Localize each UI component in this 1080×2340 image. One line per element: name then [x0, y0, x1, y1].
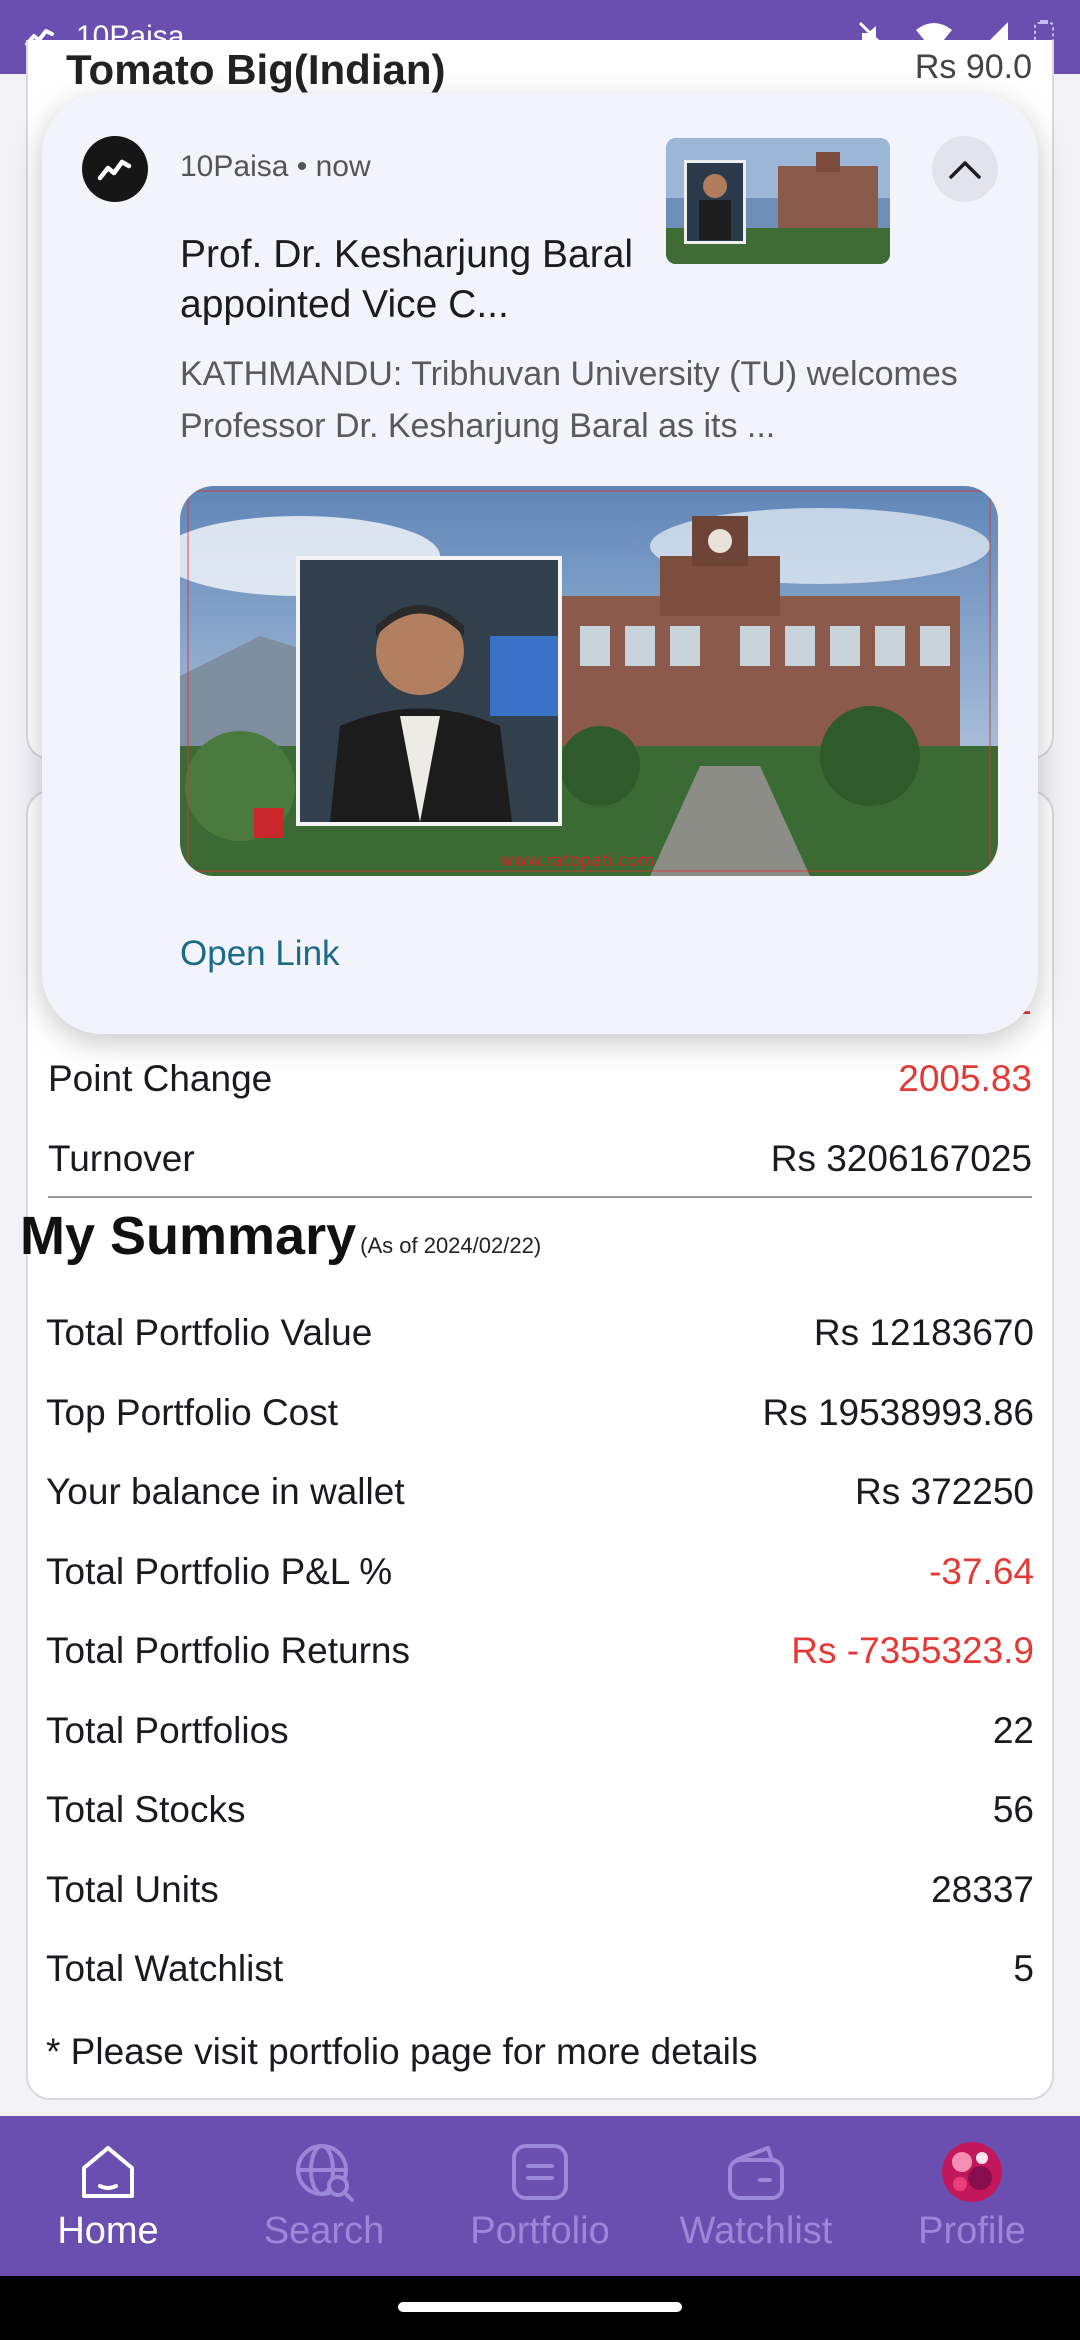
summary-row: Total Watchlist 5 [46, 1939, 1034, 1999]
turnover-row: Turnover Rs 3206167025 [48, 1129, 1032, 1189]
summary-row-label: Total Portfolio P&L % [46, 1551, 393, 1592]
nav-portfolio-label: Portfolio [470, 2209, 610, 2252]
app-screen: 10Paisa Tomato Big(Indian) Rs 90.0 Point… [0, 0, 1080, 2340]
portfolio-icon [512, 2143, 568, 2200]
notification-title: Prof. Dr. Kesharjung Baral appointed Vic… [180, 233, 634, 326]
summary-header: My Summary (As of 2024/02/22) [20, 1205, 541, 1267]
summary-row: Total Portfolios 22 [46, 1701, 1034, 1761]
summary-footnote: * Please visit portfolio page for more d… [46, 2031, 758, 2072]
home-gesture-handle[interactable] [398, 2302, 682, 2312]
summary-as-of: (As of 2024/02/22) [360, 1233, 542, 1258]
summary-row-value: Rs 372250 [855, 1471, 1034, 1512]
summary-row: Total Portfolio P&L % -37.64 [46, 1542, 1034, 1602]
summary-row-value: -37.64 [929, 1551, 1034, 1592]
nav-watchlist-label: Watchlist [679, 2209, 833, 2252]
home-icon [82, 2145, 134, 2198]
summary-row-label: Top Portfolio Cost [46, 1392, 339, 1433]
summary-row-value: 5 [1013, 1948, 1034, 1989]
notification-card[interactable]: 10Paisa • now Prof. Dr. Kesharjung Baral… [42, 94, 1038, 1034]
summary-row-label: Your balance in wallet [46, 1471, 405, 1512]
summary-title: My Summary [20, 1206, 357, 1266]
summary-row-label: Total Units [46, 1869, 219, 1910]
point-change-row: Point Change 2005.83 [48, 1049, 1032, 1109]
avatar-icon [942, 2141, 1002, 2202]
summary-row-label: Total Portfolios [46, 1710, 289, 1751]
notification-image[interactable]: www.ratopati.com [180, 486, 998, 876]
point-change-value: 2005.83 [898, 1058, 1032, 1099]
summary-row-label: Total Watchlist [46, 1948, 284, 1989]
summary-row-value: 22 [992, 1710, 1034, 1751]
bottom-navigation: Home Search Portfolio Watchlist Profile [0, 2116, 1080, 2276]
turnover-label: Turnover [48, 1138, 195, 1179]
notification-meta: 10Paisa • now [180, 150, 371, 183]
summary-row: Total Portfolio Value Rs 12183670 [46, 1303, 1034, 1363]
summary-row: Your balance in wallet Rs 372250 [46, 1462, 1034, 1522]
nav-watchlist[interactable]: Watchlist [648, 2116, 864, 2276]
item-title: Tomato Big(Indian) [66, 46, 446, 93]
summary-row-label: Total Portfolio Returns [46, 1630, 411, 1671]
item-price: Rs 90.0 [914, 48, 1032, 86]
collapse-button[interactable] [932, 136, 998, 202]
notification-app-icon [82, 136, 148, 202]
summary-row-value: Rs -7355323.9 [791, 1630, 1034, 1671]
open-link-button[interactable]: Open Link [180, 934, 340, 974]
summary-row-label: Total Stocks [46, 1789, 246, 1830]
system-navigation-bar [0, 2276, 1080, 2340]
nav-profile[interactable]: Profile [864, 2116, 1080, 2276]
summary-row-label: Total Portfolio Value [46, 1312, 373, 1353]
point-change-label: Point Change [48, 1058, 273, 1099]
nav-home-label: Home [57, 2209, 159, 2252]
summary-row-value: Rs 19538993.86 [762, 1392, 1034, 1433]
section-divider [48, 1196, 1032, 1198]
nav-home[interactable]: Home [0, 2116, 216, 2276]
summary-row-value: Rs 12183670 [813, 1312, 1034, 1353]
image-watermark: www.ratopati.com [500, 851, 654, 871]
nav-profile-label: Profile [918, 2209, 1026, 2252]
search-globe-icon [296, 2143, 354, 2202]
nav-search-label: Search [263, 2209, 385, 2252]
summary-row: Total Units 28337 [46, 1860, 1034, 1920]
summary-row-value: 56 [992, 1789, 1034, 1830]
turnover-value: Rs 3206167025 [770, 1138, 1032, 1179]
summary-row-value: 28337 [931, 1869, 1034, 1910]
chevron-up-icon [949, 161, 981, 179]
summary-footnote-row: * Please visit portfolio page for more d… [46, 2022, 1034, 2082]
summary-row: Total Portfolio Returns Rs -7355323.9 [46, 1621, 1034, 1681]
summary-row: Total Stocks 56 [46, 1780, 1034, 1840]
notification-body: KATHMANDU: Tribhuvan University (TU) wel… [180, 355, 958, 445]
nav-portfolio[interactable]: Portfolio [432, 2116, 648, 2276]
wallet-icon [728, 2145, 784, 2200]
notification-thumbnail [666, 138, 890, 264]
nav-search[interactable]: Search [216, 2116, 432, 2276]
summary-row: Top Portfolio Cost Rs 19538993.86 [46, 1383, 1034, 1443]
